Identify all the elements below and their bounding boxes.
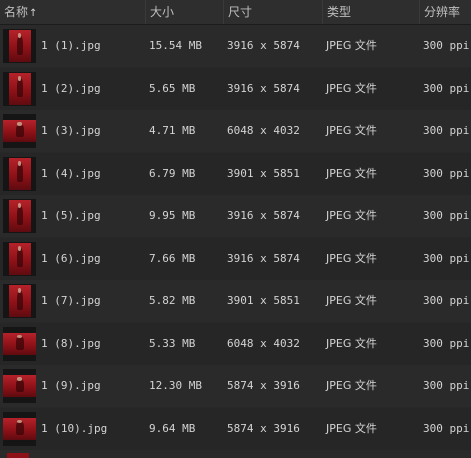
file-resolution: 300 ppi xyxy=(423,39,470,52)
file-type: JPEG 文件 xyxy=(326,336,377,350)
file-name: 1 (5).jpg xyxy=(41,209,101,222)
file-thumbnail xyxy=(3,114,36,148)
file-dimensions: 3916 x 5874 xyxy=(227,39,300,52)
file-type: JPEG 文件 xyxy=(326,294,377,307)
file-dimensions: 3916 x 5874 xyxy=(227,209,300,222)
file-type: JPEG 文件 xyxy=(326,421,377,435)
file-size: 15.54 MB xyxy=(149,39,202,52)
file-resolution: 300 ppi xyxy=(423,81,470,95)
partial-thumbnail xyxy=(7,453,29,458)
column-name-label: 名称 xyxy=(4,5,29,19)
file-row[interactable]: 1 (6).jpg 7.66 MB 3916 x 5874 JPEG 文件 300 pp… xyxy=(0,237,471,280)
photo-preview-image xyxy=(3,120,36,142)
file-size: 6.79 MB xyxy=(149,166,196,180)
file-type: JPEG 文件 xyxy=(326,379,377,392)
file-name: 1 (4).jpg xyxy=(41,166,101,180)
file-name: 1 (8).jpg xyxy=(41,336,101,350)
column-header-size[interactable]: 大小 xyxy=(145,0,223,24)
file-name: 1 (10).jpg xyxy=(41,421,108,435)
file-row[interactable]: 1 (4).jpg 6.79 MB 3901 x 5851 JPEG 文件 300 pp… xyxy=(0,152,471,195)
column-type-label: 类型 xyxy=(327,5,352,19)
file-size: 5.82 MB xyxy=(149,294,196,307)
photo-preview-image xyxy=(8,242,31,275)
file-resolution: 300 ppi xyxy=(423,379,470,392)
column-dimensions-label: 尺寸 xyxy=(228,5,253,19)
column-header-name[interactable]: 名称↑ xyxy=(0,0,145,24)
file-row[interactable]: 1 (1).jpg 15.54 MB 3916 x 5874 JPEG 文件 300 p… xyxy=(0,25,471,67)
column-header-dimensions[interactable]: 尺寸 xyxy=(223,0,322,24)
photo-preview-image xyxy=(8,157,31,190)
file-type: JPEG 文件 xyxy=(326,39,377,52)
column-header-resolution[interactable]: 分辨率 xyxy=(419,0,471,24)
file-resolution: 300 ppi xyxy=(423,294,470,307)
file-size: 5.33 MB xyxy=(149,336,196,350)
column-resolution-label: 分辨率 xyxy=(424,5,461,19)
photo-preview-image xyxy=(8,285,31,317)
file-size: 5.65 MB xyxy=(149,81,196,95)
file-size: 9.64 MB xyxy=(149,421,196,435)
file-thumbnail xyxy=(3,241,36,276)
photo-preview-image xyxy=(3,375,36,397)
file-size: 7.66 MB xyxy=(149,251,196,265)
file-dimensions: 6048 x 4032 xyxy=(227,336,300,350)
file-size: 9.95 MB xyxy=(149,209,196,222)
file-name: 1 (7).jpg xyxy=(41,294,101,307)
file-thumbnail xyxy=(3,284,36,318)
file-thumbnail xyxy=(3,411,36,446)
column-header-bar: 名称↑ 大小 尺寸 类型 分辨率 xyxy=(0,0,471,25)
file-thumbnail xyxy=(3,71,36,106)
file-name: 1 (1).jpg xyxy=(41,39,101,52)
file-resolution: 300 ppi xyxy=(423,336,470,350)
file-type: JPEG 文件 xyxy=(326,251,377,265)
file-name: 1 (3).jpg xyxy=(41,124,101,137)
file-size: 12.30 MB xyxy=(149,379,202,392)
file-resolution: 300 ppi xyxy=(423,209,470,222)
file-name: 1 (9).jpg xyxy=(41,379,101,392)
photo-preview-image xyxy=(3,417,36,440)
file-type: JPEG 文件 xyxy=(326,209,377,222)
file-type: JPEG 文件 xyxy=(326,124,377,137)
photo-preview-image xyxy=(8,200,31,232)
sort-ascending-icon: ↑ xyxy=(29,8,38,19)
file-resolution: 300 ppi xyxy=(423,251,470,265)
file-thumbnail xyxy=(3,29,36,63)
file-row[interactable]: 1 (2).jpg 5.65 MB 3916 x 5874 JPEG 文件 300 pp… xyxy=(0,67,471,110)
file-resolution: 300 ppi xyxy=(423,124,470,137)
partial-row xyxy=(0,450,471,458)
file-thumbnail xyxy=(3,156,36,191)
file-row[interactable]: 1 (3).jpg 4.71 MB 6048 x 4032 JPEG 文件 300 pp… xyxy=(0,110,471,152)
file-type: JPEG 文件 xyxy=(326,81,377,95)
file-row[interactable]: 1 (9).jpg 12.30 MB 5874 x 3916 JPEG 文件 300 p… xyxy=(0,365,471,407)
file-size: 4.71 MB xyxy=(149,124,196,137)
file-row[interactable]: 1 (10).jpg 9.64 MB 5874 x 3916 JPEG 文件 300 p… xyxy=(0,407,471,450)
file-dimensions: 3901 x 5851 xyxy=(227,294,300,307)
file-thumbnail xyxy=(3,369,36,403)
file-name: 1 (2).jpg xyxy=(41,81,101,95)
file-dimensions: 3916 x 5874 xyxy=(227,251,300,265)
file-resolution: 300 ppi xyxy=(423,421,470,435)
file-type: JPEG 文件 xyxy=(326,166,377,180)
file-dimensions: 3901 x 5851 xyxy=(227,166,300,180)
file-dimensions: 5874 x 3916 xyxy=(227,379,300,392)
file-row[interactable]: 1 (8).jpg 5.33 MB 6048 x 4032 JPEG 文件 300 pp… xyxy=(0,322,471,365)
column-header-type[interactable]: 类型 xyxy=(322,0,419,24)
photo-preview-image xyxy=(8,72,31,105)
file-dimensions: 5874 x 3916 xyxy=(227,421,300,435)
file-thumbnail xyxy=(3,326,36,361)
file-row[interactable]: 1 (5).jpg 9.95 MB 3916 x 5874 JPEG 文件 300 pp… xyxy=(0,195,471,237)
file-resolution: 300 ppi xyxy=(423,166,470,180)
file-thumbnail xyxy=(3,199,36,233)
file-row[interactable]: 1 (7).jpg 5.82 MB 3901 x 5851 JPEG 文件 300 pp… xyxy=(0,280,471,322)
file-dimensions: 6048 x 4032 xyxy=(227,124,300,137)
photo-preview-image xyxy=(8,30,31,62)
column-size-label: 大小 xyxy=(150,5,175,19)
file-name: 1 (6).jpg xyxy=(41,251,101,265)
photo-preview-image xyxy=(3,332,36,355)
file-dimensions: 3916 x 5874 xyxy=(227,81,300,95)
